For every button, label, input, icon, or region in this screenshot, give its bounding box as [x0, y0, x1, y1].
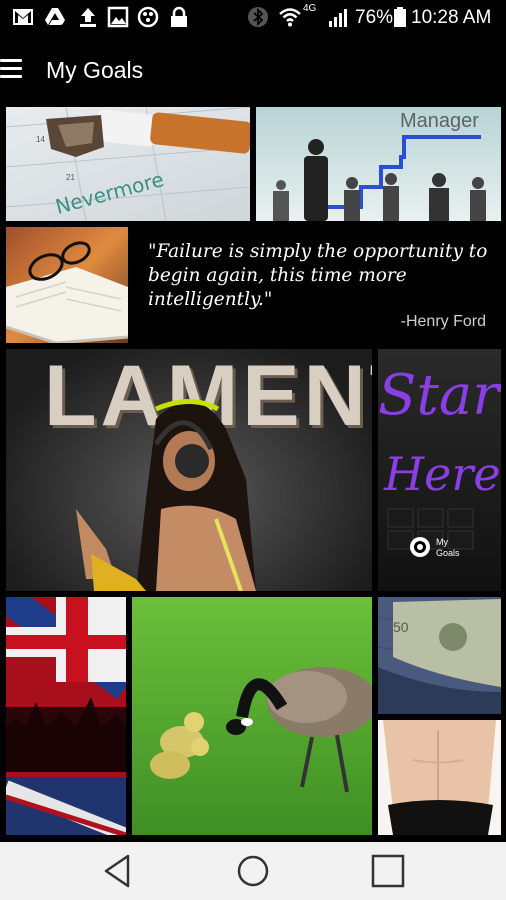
start-text: Start	[378, 363, 501, 428]
lock-icon	[171, 6, 187, 27]
svg-text:50: 50	[393, 619, 409, 635]
back-icon[interactable]	[96, 850, 142, 892]
goal-tile-quit-smoking[interactable]: 14 21 Nevermore	[6, 107, 250, 221]
record-icon	[137, 6, 159, 28]
svg-text:14: 14	[36, 135, 45, 144]
signal-icon	[329, 9, 347, 27]
goal-tile-reading[interactable]	[6, 227, 128, 343]
menu-icon[interactable]	[0, 59, 24, 79]
network-type: 4G	[303, 3, 317, 14]
svg-text:21: 21	[66, 173, 75, 182]
wifi-icon	[279, 8, 301, 27]
abs-image	[378, 720, 501, 835]
geese-image	[150, 667, 372, 793]
goal-tile-money[interactable]: 50	[378, 597, 501, 714]
gmail-icon	[13, 9, 33, 25]
page-title: My Goals	[46, 57, 144, 83]
uk-flag-image	[6, 597, 126, 835]
goal-tile-geese[interactable]	[132, 597, 372, 835]
battery-percent: 76%	[355, 7, 394, 28]
battery-icon	[394, 7, 406, 27]
my-goals-badge: My Goals	[436, 537, 460, 559]
goal-tile-fitness[interactable]	[378, 720, 501, 835]
badge-line-1: My	[436, 537, 448, 547]
goal-tile-london[interactable]	[6, 597, 126, 835]
money-pocket-image: 50	[378, 597, 501, 714]
quote-tile: "Failure is simply the opportunity to be…	[134, 227, 501, 343]
woman-headphones-image	[76, 399, 256, 591]
here-text: Here	[384, 447, 501, 501]
quote-text: "Failure is simply the opportunity to be…	[148, 241, 488, 310]
recents-icon[interactable]	[364, 850, 410, 892]
upload-icon	[80, 8, 96, 27]
goal-tile-start-here[interactable]: Start Here My Goals	[378, 349, 501, 591]
quote-author: -Henry Ford	[400, 313, 486, 330]
cigarette-image: 14 21	[6, 107, 250, 221]
badge-line-2: Goals	[436, 548, 460, 558]
status-bar: 4G 76% 10:28 AM	[0, 0, 506, 36]
home-icon[interactable]	[230, 850, 276, 892]
bluetooth-icon	[248, 7, 268, 27]
manager-text: Manager	[400, 110, 479, 132]
book-glasses-image	[6, 241, 128, 343]
goal-tile-lament[interactable]: LAMENT	[6, 349, 372, 591]
goal-tile-manager[interactable]: Manager	[256, 107, 501, 221]
clock: 10:28 AM	[411, 7, 492, 28]
image-icon	[107, 6, 129, 28]
target-icon	[410, 537, 430, 557]
drive-icon	[45, 8, 65, 25]
